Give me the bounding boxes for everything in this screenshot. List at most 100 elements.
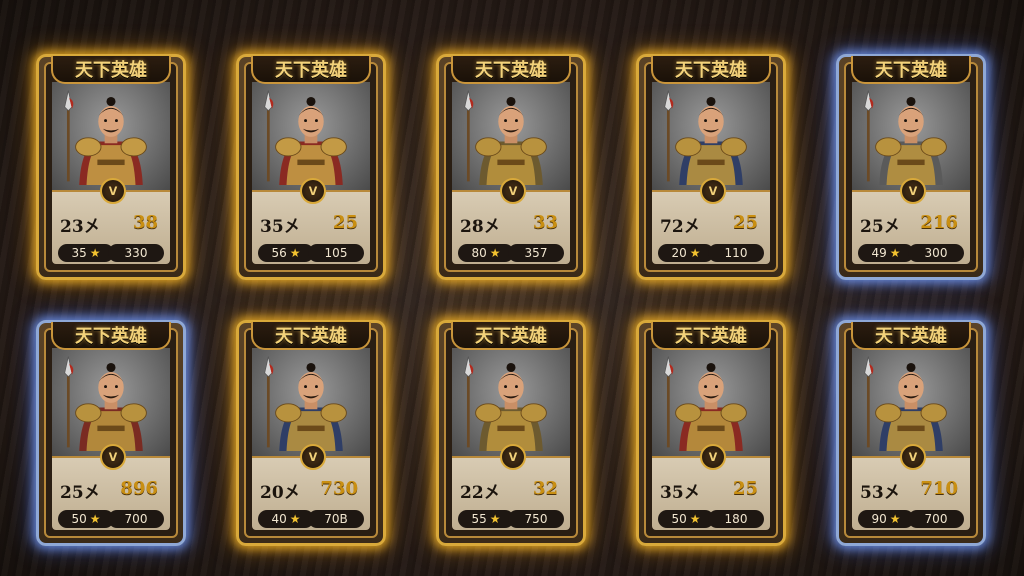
star-level-pill: 35 ★ xyxy=(58,244,114,262)
shield-emblem-icon: ᐯ xyxy=(500,444,526,470)
hero-card[interactable]: 35㐅 25 50 ★ 180 ᐯ 天下英雄 xyxy=(636,320,786,546)
card-frame: 28㐅 33 80 ★ 357 ᐯ xyxy=(444,62,578,272)
power-pill: 330 xyxy=(108,244,164,262)
hero-card[interactable]: 20㐅 730 40 ★ 70B ᐯ 天下英雄 xyxy=(236,320,386,546)
hero-card-board: 23㐅 38 35 ★ 330 ᐯ 天下英雄 35㐅 25 56 ★ 105 ᐯ… xyxy=(0,0,1024,576)
power-pill: 700 xyxy=(108,510,164,528)
card-frame: 53㐅 710 90 ★ 700 ᐯ xyxy=(844,328,978,538)
power-pill: 700 xyxy=(908,510,964,528)
card-title: 天下英雄 xyxy=(451,56,571,84)
star-icon: ★ xyxy=(489,246,501,260)
star-icon: ★ xyxy=(289,246,301,260)
card-frame: 23㐅 38 35 ★ 330 ᐯ xyxy=(44,62,178,272)
power-value: 180 xyxy=(724,512,748,526)
attack-stat: 25㐅 xyxy=(860,217,901,237)
attack-stat: 72㐅 xyxy=(660,217,701,237)
star-icon: ★ xyxy=(689,512,701,526)
power-value: 330 xyxy=(124,246,148,260)
star-level-pill: 50 ★ xyxy=(58,510,114,528)
shield-emblem-icon: ᐯ xyxy=(300,178,326,204)
power-pill: 110 xyxy=(708,244,764,262)
star-icon: ★ xyxy=(689,246,701,260)
power-value: 700 xyxy=(924,512,948,526)
hero-card[interactable]: 28㐅 33 80 ★ 357 ᐯ 天下英雄 xyxy=(436,54,586,280)
rating-stat: 896 xyxy=(120,478,158,499)
rating-stat: 25 xyxy=(732,478,758,499)
power-value: 300 xyxy=(924,246,948,260)
attack-stat: 35㐅 xyxy=(660,483,701,503)
star-count: 49 xyxy=(871,246,887,260)
star-level-pill: 56 ★ xyxy=(258,244,314,262)
power-value: 750 xyxy=(524,512,548,526)
star-icon: ★ xyxy=(889,246,901,260)
card-title: 天下英雄 xyxy=(251,322,371,350)
power-pill: 300 xyxy=(908,244,964,262)
rating-stat: 33 xyxy=(532,212,558,233)
rating-stat: 25 xyxy=(332,212,358,233)
shield-emblem-icon: ᐯ xyxy=(700,444,726,470)
star-count: 40 xyxy=(271,512,287,526)
warrior-portrait xyxy=(452,348,570,458)
power-pill: 357 xyxy=(508,244,564,262)
attack-stat: 25㐅 xyxy=(60,483,101,503)
card-title: 天下英雄 xyxy=(251,56,371,84)
star-count: 56 xyxy=(271,246,287,260)
shield-emblem-icon: ᐯ xyxy=(900,444,926,470)
star-count: 50 xyxy=(671,512,687,526)
star-level-pill: 80 ★ xyxy=(458,244,514,262)
card-title: 天下英雄 xyxy=(651,56,771,84)
warrior-portrait xyxy=(452,82,570,192)
power-value: 110 xyxy=(724,246,748,260)
star-count: 20 xyxy=(671,246,687,260)
star-level-pill: 90 ★ xyxy=(858,510,914,528)
star-icon: ★ xyxy=(289,512,301,526)
card-frame: 35㐅 25 50 ★ 180 ᐯ xyxy=(644,328,778,538)
warrior-portrait xyxy=(652,82,770,192)
warrior-portrait xyxy=(852,82,970,192)
star-count: 55 xyxy=(471,512,487,526)
rating-stat: 710 xyxy=(920,478,958,499)
power-value: 357 xyxy=(524,246,548,260)
star-icon: ★ xyxy=(89,246,101,260)
hero-card[interactable]: 22㐅 32 55 ★ 750 ᐯ 天下英雄 xyxy=(436,320,586,546)
card-frame: 25㐅 896 50 ★ 700 ᐯ xyxy=(44,328,178,538)
card-title: 天下英雄 xyxy=(851,322,971,350)
hero-card[interactable]: 25㐅 896 50 ★ 700 ᐯ 天下英雄 xyxy=(36,320,186,546)
power-value: 70B xyxy=(324,512,348,526)
card-frame: 25㐅 216 49 ★ 300 ᐯ xyxy=(844,62,978,272)
star-icon: ★ xyxy=(889,512,901,526)
attack-stat: 35㐅 xyxy=(260,217,301,237)
star-level-pill: 20 ★ xyxy=(658,244,714,262)
attack-stat: 28㐅 xyxy=(460,217,501,237)
card-title: 天下英雄 xyxy=(51,322,171,350)
star-icon: ★ xyxy=(89,512,101,526)
star-count: 35 xyxy=(71,246,87,260)
card-frame: 72㐅 25 20 ★ 110 ᐯ xyxy=(644,62,778,272)
attack-stat: 20㐅 xyxy=(260,483,301,503)
star-icon: ★ xyxy=(489,512,501,526)
hero-card[interactable]: 72㐅 25 20 ★ 110 ᐯ 天下英雄 xyxy=(636,54,786,280)
star-level-pill: 50 ★ xyxy=(658,510,714,528)
star-count: 90 xyxy=(871,512,887,526)
hero-card[interactable]: 53㐅 710 90 ★ 700 ᐯ 天下英雄 xyxy=(836,320,986,546)
rating-stat: 32 xyxy=(532,478,558,499)
power-value: 700 xyxy=(124,512,148,526)
hero-card[interactable]: 35㐅 25 56 ★ 105 ᐯ 天下英雄 xyxy=(236,54,386,280)
hero-card[interactable]: 23㐅 38 35 ★ 330 ᐯ 天下英雄 xyxy=(36,54,186,280)
attack-stat: 22㐅 xyxy=(460,483,501,503)
card-title: 天下英雄 xyxy=(851,56,971,84)
warrior-portrait xyxy=(52,348,170,458)
star-count: 50 xyxy=(71,512,87,526)
hero-card[interactable]: 25㐅 216 49 ★ 300 ᐯ 天下英雄 xyxy=(836,54,986,280)
power-pill: 105 xyxy=(308,244,364,262)
rating-stat: 730 xyxy=(320,478,358,499)
attack-stat: 53㐅 xyxy=(860,483,901,503)
power-pill: 750 xyxy=(508,510,564,528)
warrior-portrait xyxy=(652,348,770,458)
rating-stat: 216 xyxy=(920,212,958,233)
attack-stat: 23㐅 xyxy=(60,217,101,237)
power-pill: 70B xyxy=(308,510,364,528)
warrior-portrait xyxy=(252,348,370,458)
star-level-pill: 49 ★ xyxy=(858,244,914,262)
card-title: 天下英雄 xyxy=(51,56,171,84)
